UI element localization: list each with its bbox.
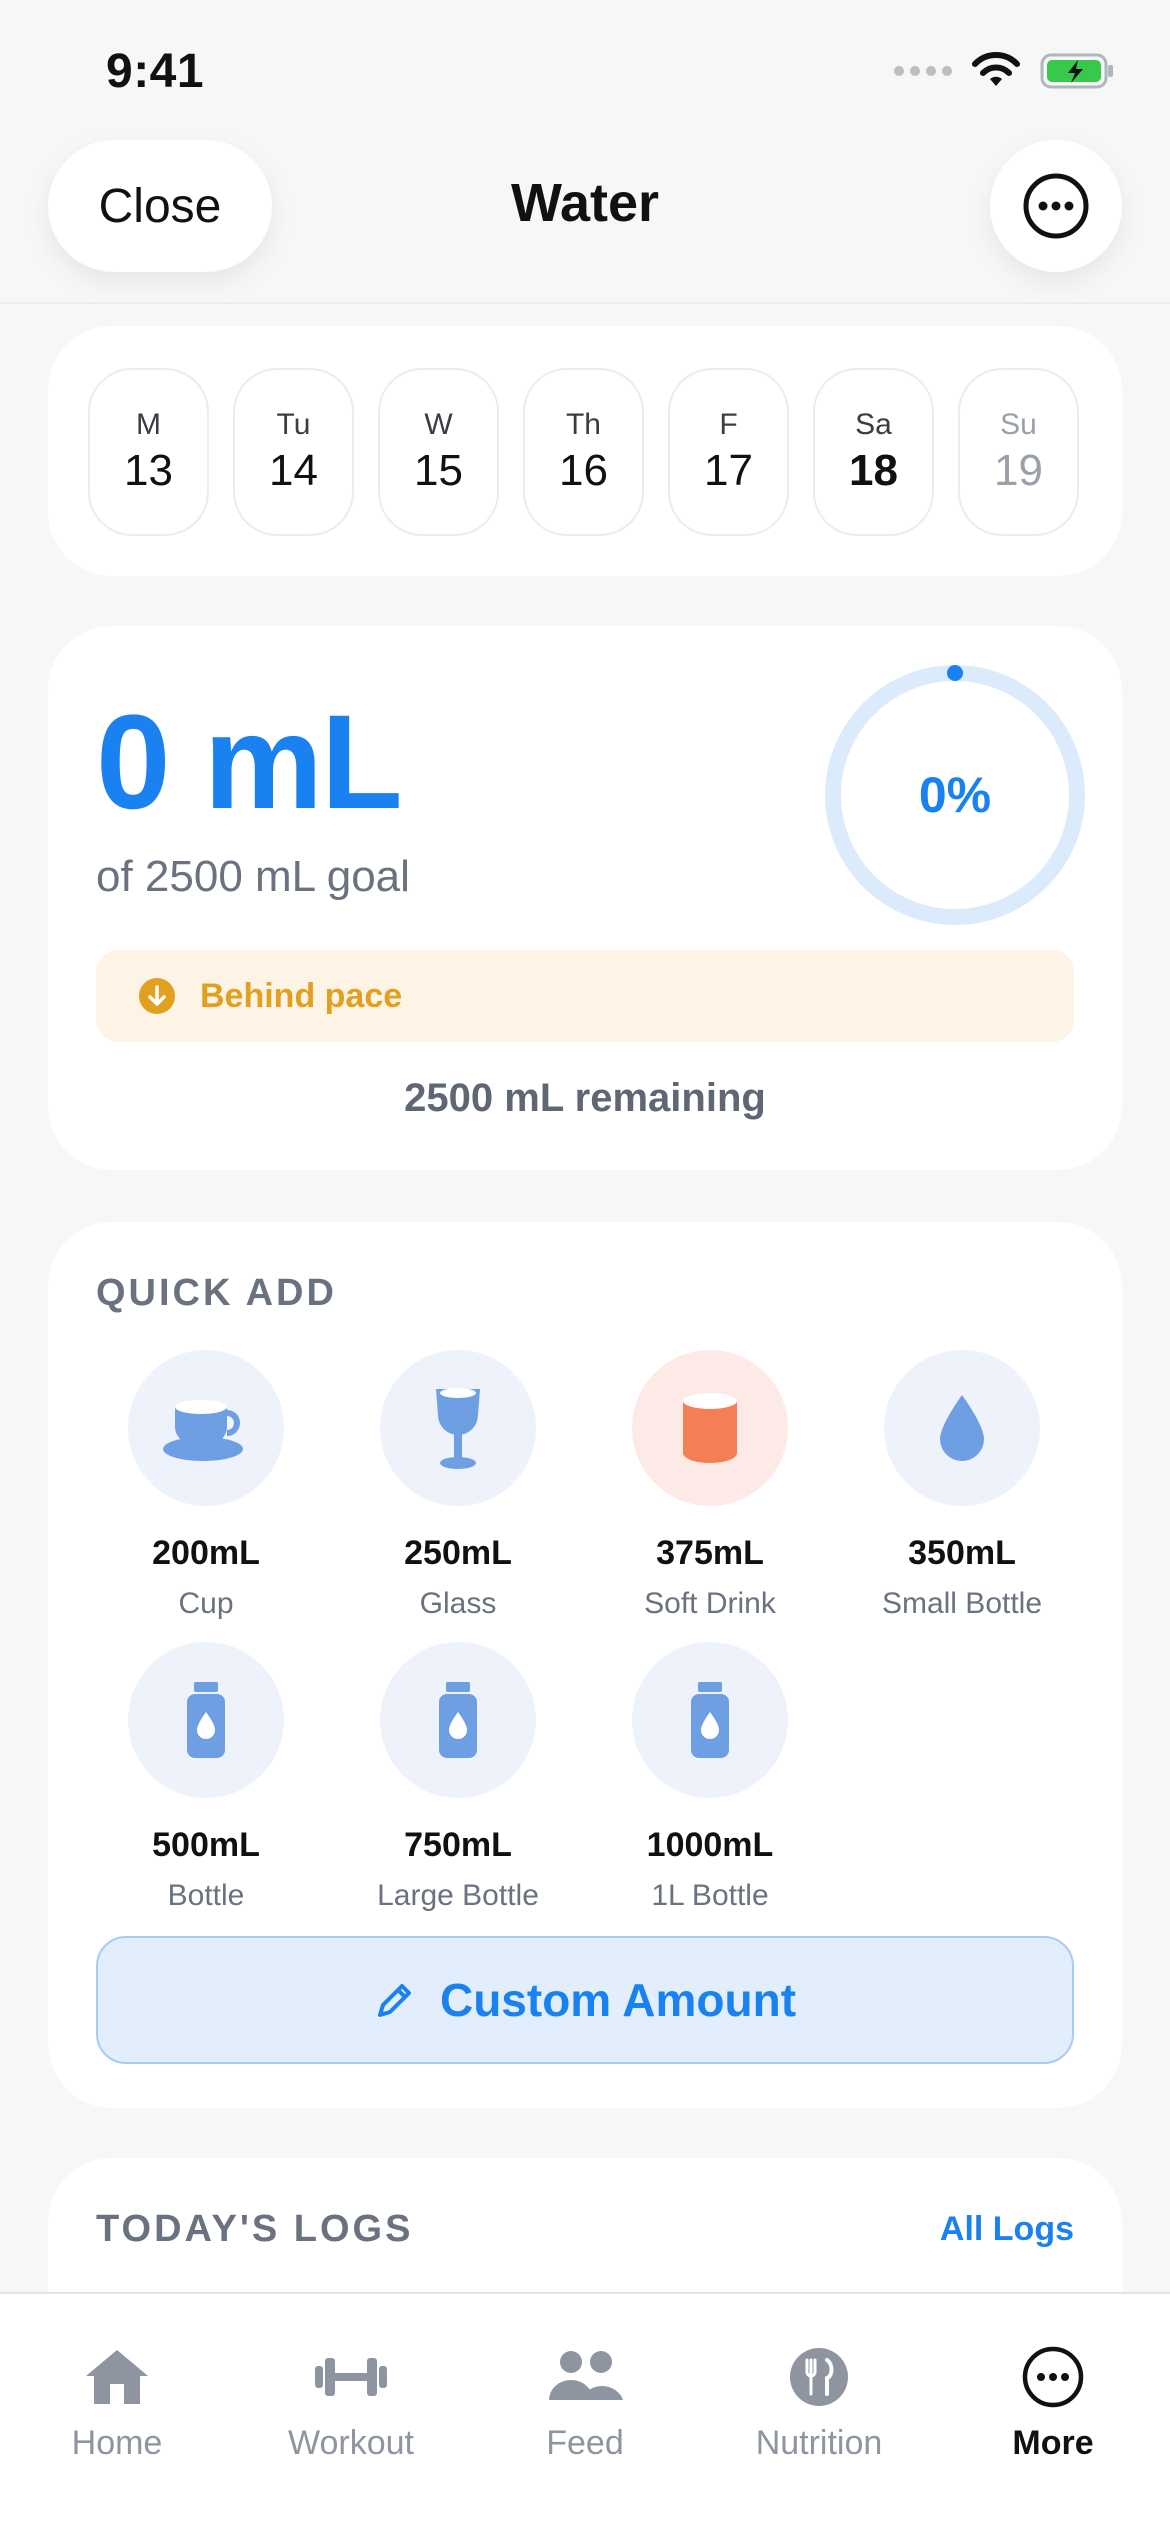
quick-add-amount: 350mL <box>908 1534 1016 1572</box>
quick-add-icon-circle <box>632 1350 788 1506</box>
status-icons <box>894 52 1116 90</box>
day-name: Su <box>1000 408 1037 441</box>
battery-charging-icon <box>1040 53 1113 89</box>
day-number: 14 <box>269 446 318 495</box>
quick-add-icon-circle <box>380 1642 536 1798</box>
quick-add-large-bottle[interactable]: 750mL Large Bottle <box>338 1642 578 1913</box>
tab-label: Feed <box>546 2424 624 2462</box>
day-friday[interactable]: F 17 <box>668 368 789 536</box>
tab-home[interactable]: Home <box>0 2294 234 2494</box>
status-time: 9:41 <box>106 45 205 98</box>
tab-label: Nutrition <box>755 2424 883 2462</box>
day-name: W <box>424 408 453 441</box>
day-number: 13 <box>124 446 173 495</box>
tab-label: More <box>1012 2424 1094 2462</box>
quick-add-glass[interactable]: 250mL Glass <box>338 1350 578 1621</box>
custom-amount-label: Custom Amount <box>439 1974 797 2026</box>
week-strip: M 13 Tu 14 W 15 Th 16 F 17 Sa 18 Su 19 <box>88 368 1079 536</box>
quick-add-small-bottle[interactable]: 350mL Small Bottle <box>842 1350 1082 1621</box>
quick-add-card: QUICK ADD 200mL Cup 250mL Glass 375mL So… <box>48 1222 1122 2108</box>
tab-bar: Home Workout Feed Nutrition More <box>0 2292 1170 2532</box>
day-name: Sa <box>855 408 892 441</box>
pencil-icon <box>377 1984 411 2017</box>
quick-add-name: 1L Bottle <box>651 1879 769 1912</box>
water-bottle-icon <box>439 1682 477 1758</box>
quick-add-heading: QUICK ADD <box>96 1272 337 1314</box>
week-selector-card: M 13 Tu 14 W 15 Th 16 F 17 Sa 18 Su 19 <box>48 326 1122 576</box>
soda-can-icon <box>683 1393 737 1463</box>
tab-label: Workout <box>288 2424 414 2462</box>
water-bottle-icon <box>187 1682 225 1758</box>
quick-add-1l-bottle[interactable]: 1000mL 1L Bottle <box>590 1642 830 1913</box>
quick-add-icon-circle <box>128 1642 284 1798</box>
todays-logs-heading: TODAY'S LOGS <box>96 2208 414 2250</box>
quick-add-amount: 1000mL <box>646 1826 774 1864</box>
quick-add-name: Large Bottle <box>377 1879 539 1912</box>
tab-feed[interactable]: Feed <box>468 2294 702 2494</box>
day-tuesday[interactable]: Tu 14 <box>233 368 354 536</box>
quick-add-amount: 200mL <box>152 1534 260 1572</box>
quick-add-name: Bottle <box>167 1879 245 1912</box>
day-number: 17 <box>704 446 753 495</box>
quick-add-name: Glass <box>419 1587 497 1620</box>
intake-summary-card: 0 mL of 2500 mL goal 0% Behind pace 2500… <box>48 626 1122 1170</box>
quick-add-icon-circle <box>632 1642 788 1798</box>
day-sunday[interactable]: Su 19 <box>958 368 1079 536</box>
day-name: Th <box>565 408 601 441</box>
quick-add-soft-drink[interactable]: 375mL Soft Drink <box>590 1350 830 1621</box>
more-options-icon <box>1023 173 1089 239</box>
all-logs-link[interactable]: All Logs <box>940 2210 1074 2249</box>
quick-add-icon-circle <box>128 1350 284 1506</box>
quick-add-name: Soft Drink <box>644 1587 776 1620</box>
day-number: 19 <box>994 446 1043 495</box>
people-icon <box>549 2351 623 2400</box>
quick-add-amount: 750mL <box>404 1826 512 1864</box>
day-saturday-selected[interactable]: Sa 18 <box>813 368 934 536</box>
day-wednesday[interactable]: W 15 <box>378 368 499 536</box>
quick-add-cup[interactable]: 200mL Cup <box>86 1350 326 1621</box>
day-number: 18 <box>849 446 898 495</box>
water-drop-icon <box>940 1395 984 1461</box>
quick-add-amount: 375mL <box>656 1534 764 1572</box>
more-circle-icon <box>1022 2346 1084 2408</box>
tab-workout[interactable]: Workout <box>234 2294 468 2494</box>
day-number: 16 <box>559 446 608 495</box>
quick-add-name: Cup <box>178 1587 234 1620</box>
day-monday[interactable]: M 13 <box>88 368 209 536</box>
tab-more[interactable]: More <box>936 2294 1170 2494</box>
pace-status-text: Behind pace <box>200 976 403 1015</box>
tab-label: Home <box>71 2424 163 2462</box>
quick-add-icon-circle <box>884 1350 1040 1506</box>
goal-text: of 2500 mL goal <box>96 852 410 901</box>
day-name: F <box>719 408 738 441</box>
dumbbell-icon <box>315 2358 387 2396</box>
quick-add-amount: 500mL <box>152 1826 260 1864</box>
tab-nutrition[interactable]: Nutrition <box>702 2294 936 2494</box>
cellular-signal-icon <box>894 66 952 76</box>
day-name: M <box>136 408 161 441</box>
wine-glass-icon <box>436 1388 480 1469</box>
quick-add-amount: 250mL <box>404 1534 512 1572</box>
intake-amount: 0 mL <box>96 688 403 837</box>
remaining-text: 2500 mL remaining <box>404 1076 766 1120</box>
quick-add-icon-circle <box>380 1350 536 1506</box>
options-button[interactable] <box>990 140 1122 272</box>
wifi-icon <box>972 52 1020 86</box>
header-divider <box>0 302 1170 304</box>
progress-percent: 0% <box>918 767 992 823</box>
quick-add-bottle[interactable]: 500mL Bottle <box>86 1642 326 1913</box>
day-name: Tu <box>276 408 311 441</box>
coffee-cup-icon <box>163 1400 243 1461</box>
day-number: 15 <box>414 446 463 495</box>
arrow-down-circle-icon <box>139 978 175 1014</box>
pace-status-banner: Behind pace <box>96 950 1074 1042</box>
fork-knife-icon <box>790 2348 848 2406</box>
quick-add-name: Small Bottle <box>881 1587 1043 1620</box>
water-bottle-icon <box>691 1682 729 1758</box>
custom-amount-button[interactable]: Custom Amount <box>96 1936 1074 2064</box>
day-thursday[interactable]: Th 16 <box>523 368 644 536</box>
home-icon <box>86 2350 148 2404</box>
